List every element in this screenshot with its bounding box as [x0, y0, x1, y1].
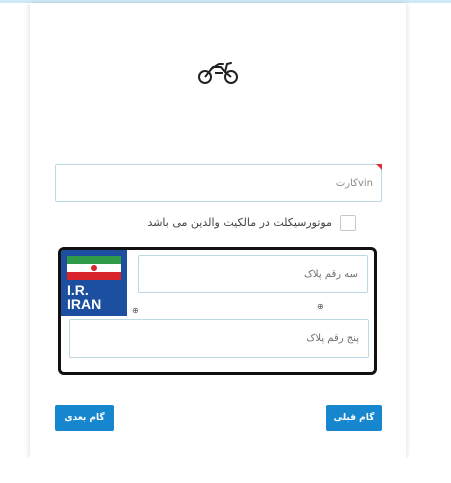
page-bottom	[0, 458, 451, 483]
motorcycle-icon	[198, 62, 238, 84]
parent-ownership-checkbox[interactable]	[340, 215, 356, 231]
plate-country-line-2: IRAN	[67, 296, 102, 312]
parent-ownership-row: موتورسیکلت در مالکیت والدین می باشد	[147, 215, 356, 233]
next-step-button[interactable]: گام بعدی	[55, 405, 114, 431]
iran-flag-icon	[67, 256, 121, 280]
parent-ownership-label: موتورسیکلت در مالکیت والدین می باشد	[147, 216, 332, 229]
plate-screw-right: ⊕	[317, 302, 324, 311]
plate-screw-left: ⊕	[132, 306, 139, 315]
vin-input[interactable]	[56, 165, 381, 201]
previous-step-button[interactable]: گام قبلی	[326, 405, 382, 431]
required-marker	[376, 164, 382, 170]
plate-country-band: I.R. IRAN	[61, 250, 127, 316]
plate-three-digit-input[interactable]	[138, 255, 368, 293]
plate-five-digit-input[interactable]	[69, 319, 369, 358]
license-plate: I.R. IRAN ⊕ ⊕	[58, 247, 377, 375]
plate-country-text: I.R. IRAN	[67, 283, 127, 311]
vin-field	[55, 164, 382, 202]
